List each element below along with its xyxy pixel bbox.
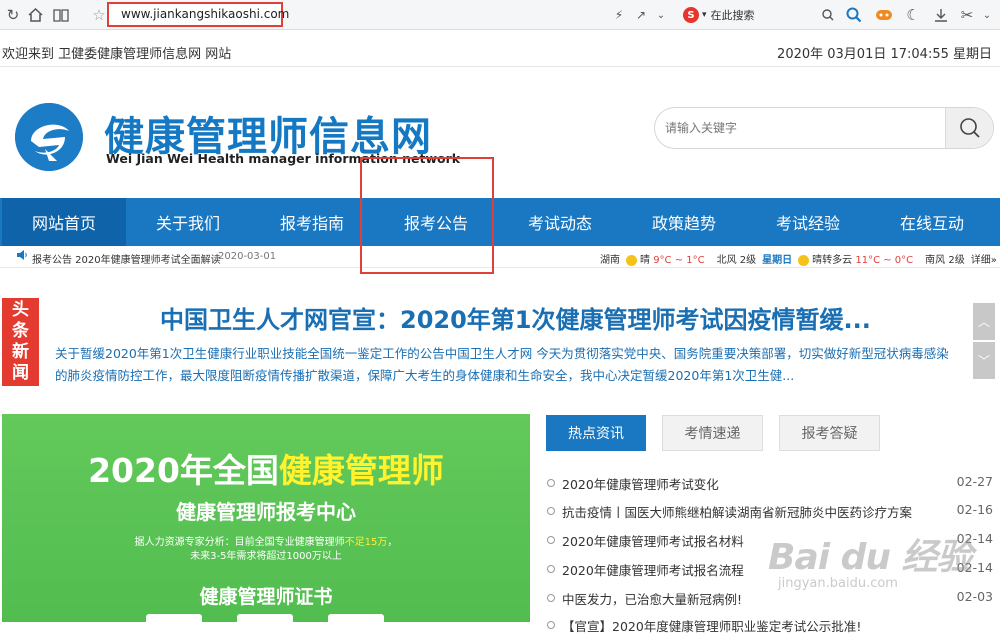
sogou-logo-icon: S bbox=[683, 7, 699, 23]
tab-hot-news[interactable]: 热点资讯 bbox=[546, 415, 646, 451]
banner-card bbox=[237, 614, 293, 622]
banner-title: 2020年全国健康管理师 bbox=[88, 451, 444, 490]
list-item[interactable]: 抗击疫情丨国医大师熊继柏解读湖南省新冠肺炎中医药诊疗方案 02-16 bbox=[547, 502, 995, 524]
headline-scroller: ︿ ﹀ bbox=[973, 303, 995, 379]
notice-bar: 报考公告 2020年健康管理师考试全面解读 2020-03-01 湖南 晴 9°… bbox=[0, 246, 1000, 268]
nav-exam-experience[interactable]: 考试经验 bbox=[746, 198, 870, 246]
welcome-text: 欢迎来到 卫健委健康管理师信息网 网站 bbox=[2, 47, 232, 62]
bullet-icon bbox=[547, 479, 555, 487]
tab-exam-faq[interactable]: 报考答疑 bbox=[779, 415, 880, 451]
nav-policy-trends[interactable]: 政策趋势 bbox=[622, 198, 746, 246]
weather-tomorrow: 晴转多云 11°C ~ 0°C bbox=[798, 251, 919, 266]
lightning-icon[interactable]: ⚡ bbox=[608, 4, 630, 26]
baidu-jingyan-watermark: Bai du 经验 jingyan.baidu.com bbox=[768, 528, 973, 591]
bullet-icon bbox=[547, 594, 555, 602]
search-engine-dropdown-icon: ▾ bbox=[702, 10, 707, 20]
promo-banner[interactable]: 2020年全国健康管理师 健康管理师报考中心 据人力资源专家分析：目前全国专业健… bbox=[2, 414, 530, 622]
search-engine-selector[interactable]: S ▾ 在此搜索 bbox=[683, 5, 755, 25]
magnifier-icon[interactable] bbox=[843, 4, 865, 26]
banner-subtitle: 健康管理师报考中心 bbox=[176, 500, 356, 524]
site-search-button[interactable] bbox=[945, 108, 993, 148]
headline-description[interactable]: 关于暂缓2020年第1次卫生健康行业职业技能全国统一鉴定工作的公告中国卫生人才网… bbox=[55, 343, 960, 387]
nav-exam-news[interactable]: 考试动态 bbox=[498, 198, 622, 246]
nav-online-interaction[interactable]: 在线互动 bbox=[870, 198, 994, 246]
browser-toolbar: ↻ ☆ www.jiankangshikaoshi.com ⚡ ↗ ⌄ S ▾ … bbox=[0, 0, 1000, 30]
share-icon[interactable]: ↗ bbox=[630, 4, 652, 26]
watermark-logo: Bai du 经验 bbox=[768, 537, 973, 578]
list-item[interactable]: 中医发力，已治愈大量新冠病例! 02-03 bbox=[547, 589, 995, 611]
download-icon[interactable] bbox=[930, 4, 952, 26]
headline-title[interactable]: 中国卫生人才网官宣：2020年第1次健康管理师考试因疫情暂缓... bbox=[160, 300, 871, 335]
scroll-up-icon[interactable]: ︿ bbox=[973, 303, 995, 340]
nav-about[interactable]: 关于我们 bbox=[126, 198, 250, 246]
reading-mode-icon[interactable] bbox=[50, 4, 72, 26]
site-search-input[interactable] bbox=[665, 116, 945, 140]
scissors-icon[interactable]: ✂ bbox=[956, 4, 978, 26]
list-item[interactable]: 2020年健康管理师考试变化 02-27 bbox=[547, 474, 995, 496]
bullet-icon bbox=[547, 507, 555, 515]
search-engine-label: 在此搜索 bbox=[710, 9, 755, 22]
banner-card bbox=[328, 614, 384, 622]
nav-exam-announcement[interactable]: 报考公告 bbox=[374, 198, 498, 246]
headline-badge: 头条新闻 bbox=[2, 298, 39, 386]
scroll-down-icon[interactable]: ﹀ bbox=[973, 342, 995, 379]
bullet-icon bbox=[547, 536, 555, 544]
site-subtitle: Wei Jian Wei Health manager information … bbox=[106, 151, 461, 166]
weather-today: 晴 9°C ~ 1°C bbox=[626, 251, 711, 266]
sun-icon bbox=[626, 254, 637, 266]
weather-widget: 湖南 晴 9°C ~ 1°C 北风 2级 星期日 晴转多云 11°C ~ 0°C… bbox=[600, 251, 1000, 266]
site-search-box bbox=[654, 107, 994, 149]
date-time-display: 2020年 03月01日 17:04:55 星期日 bbox=[777, 47, 992, 62]
address-bar[interactable]: www.jiankangshikaoshi.com bbox=[107, 2, 289, 27]
weather-more-link[interactable]: 详细» bbox=[971, 251, 997, 266]
tab-exam-updates[interactable]: 考情速递 bbox=[662, 415, 763, 451]
bullet-icon bbox=[547, 621, 555, 629]
notice-date: 2020-03-01 bbox=[218, 251, 277, 262]
weather-today-label: 星期日 bbox=[762, 255, 793, 266]
sun-cloud-icon bbox=[798, 254, 810, 266]
weather-tomorrow-wind: 南风 2级 bbox=[925, 255, 965, 266]
nav-home[interactable]: 网站首页 bbox=[2, 198, 126, 246]
site-logo-icon[interactable] bbox=[15, 103, 83, 171]
list-item[interactable]: 【官宣】2020年度健康管理师职业鉴定考试公示批准! bbox=[547, 616, 995, 638]
home-icon[interactable] bbox=[24, 4, 46, 26]
refresh-icon[interactable]: ↻ bbox=[2, 4, 24, 26]
notice-link[interactable]: 报考公告 2020年健康管理师考试全面解读 bbox=[32, 251, 221, 266]
night-mode-icon[interactable]: ☾ bbox=[902, 4, 924, 26]
main-navigation: 网站首页 关于我们 报考指南 报考公告 考试动态 政策趋势 考试经验 在线互动 bbox=[0, 198, 1000, 246]
weather-today-wind: 北风 2级 bbox=[716, 255, 757, 266]
nav-exam-guide[interactable]: 报考指南 bbox=[250, 198, 374, 246]
game-controller-icon[interactable] bbox=[873, 4, 895, 26]
chevron-down-icon[interactable]: ⌄ bbox=[650, 4, 672, 26]
bullet-icon bbox=[547, 565, 555, 573]
banner-certificate: 健康管理师证书 bbox=[199, 586, 333, 608]
search-icon bbox=[959, 118, 980, 138]
search-icon[interactable] bbox=[817, 4, 839, 26]
tools-dropdown-icon[interactable]: ⌄ bbox=[976, 4, 998, 26]
banner-card bbox=[146, 614, 202, 622]
banner-analysis: 据人力资源专家分析：目前全国专业健康管理师不足15万， 未来3-5年需求将超过1… bbox=[134, 537, 398, 562]
weather-city: 湖南 bbox=[600, 255, 620, 266]
top-info-bar: 欢迎来到 卫健委健康管理师信息网 网站 2020年 03月01日 17:04:5… bbox=[0, 30, 1000, 67]
speaker-icon bbox=[16, 249, 28, 264]
